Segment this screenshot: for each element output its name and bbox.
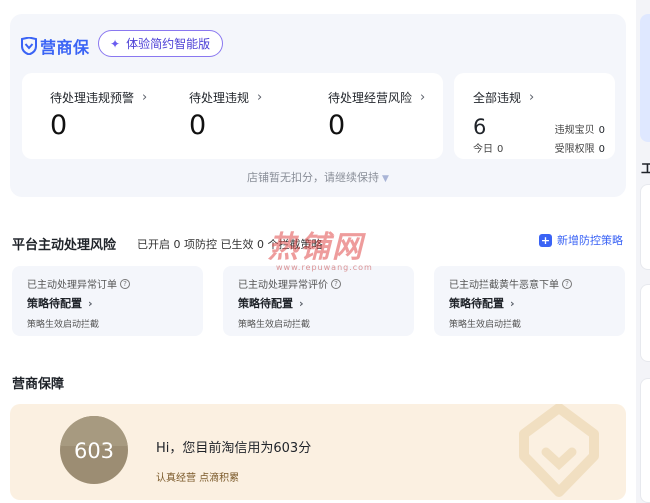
right-banner[interactable] [640, 14, 650, 142]
guarantee-section-title: 营商保障 [12, 377, 65, 392]
risk-section-title: 平台主动处理风险 [12, 238, 117, 253]
shield-icon [21, 37, 37, 55]
metric-pending-business-risks[interactable]: 待处理经营风险 › 0 [328, 89, 425, 141]
metric-pending-violations[interactable]: 待处理违规 › 0 [189, 89, 262, 141]
credit-tagline: 认真经营 点滴积累 [156, 473, 240, 484]
today-violations: 今日 0 [473, 144, 504, 155]
plus-icon: + [539, 233, 552, 247]
all-violations-value: 6 [473, 115, 487, 139]
all-violations-label: 全部违规 [473, 91, 522, 105]
credit-score-value: 603 [73, 439, 115, 463]
chevron-right-icon: › [420, 90, 426, 105]
chevron-right-icon: › [142, 90, 148, 105]
chevron-right-icon: › [529, 90, 535, 105]
right-panel-heading: 工 [641, 162, 650, 177]
credit-greeting: Hi，您目前淘信用为603分 [156, 441, 312, 456]
metric-label: 待处理违规 [189, 91, 250, 105]
chevron-right-icon: › [257, 90, 263, 105]
try-smart-version-button[interactable]: ✦ 体验简约智能版 [98, 30, 224, 57]
risk-card-scalper-orders[interactable]: 已主动拦截黄牛恶意下单? 策略待配置 › 策略生效启动拦截 [434, 266, 625, 336]
chevron-right-icon: › [88, 296, 93, 310]
shield-decoration-icon [519, 404, 599, 497]
credit-score-badge: 603 [60, 416, 128, 484]
try-button-label: 体验简约智能版 [126, 37, 211, 51]
help-icon[interactable]: ? [562, 278, 572, 289]
pending-warnings-card: 待处理违规预警 › 0 待处理违规 › 0 待处理经营风险 › 0 [22, 73, 443, 159]
brand-logo: 营商保 [21, 34, 90, 58]
metric-pending-violation-alerts[interactable]: 待处理违规预警 › 0 [50, 89, 147, 141]
help-icon[interactable]: ? [331, 278, 341, 289]
right-panel-card[interactable] [640, 184, 650, 270]
credit-score-card[interactable]: 603 Hi，您目前淘信用为603分 认真经营 点滴积累 [10, 404, 626, 500]
add-strategy-label: 新增防控策略 [557, 234, 623, 247]
watermark: 热铺网 www.repuwang.com [268, 230, 373, 272]
deduction-tip[interactable]: 店铺暂无扣分，请继续保持 ▼ [10, 169, 626, 185]
metric-label: 待处理违规预警 [50, 91, 135, 105]
all-violations-card[interactable]: 全部违规 › 6 今日 0 违规宝贝 0 受限权限 0 [454, 73, 615, 159]
metric-value: 0 [328, 110, 346, 141]
main-panel: 营商保 ✦ 体验简约智能版 待处理违规预警 › 0 待处理违规 › 0 待处理经营风… [0, 0, 636, 503]
right-panel-card[interactable] [640, 378, 650, 503]
right-panel-card[interactable] [640, 284, 650, 362]
metric-value: 0 [189, 110, 207, 141]
caret-down-icon: ▼ [382, 174, 389, 184]
overview-card: 营商保 ✦ 体验简约智能版 待处理违规预警 › 0 待处理违规 › 0 待处理经营风… [10, 14, 626, 197]
metric-value: 0 [50, 110, 68, 141]
chevron-right-icon: › [510, 296, 515, 310]
violating-items-stat[interactable]: 违规宝贝 0 [555, 121, 605, 136]
help-icon[interactable]: ? [120, 278, 130, 289]
add-strategy-button[interactable]: + 新增防控策略 [539, 232, 623, 248]
brand-name: 营商保 [40, 38, 90, 57]
sparkle-icon: ✦ [110, 36, 121, 51]
restricted-permissions-stat[interactable]: 受限权限 0 [555, 140, 605, 155]
metric-label: 待处理经营风险 [328, 91, 413, 105]
chevron-right-icon: › [299, 296, 304, 310]
risk-card-abnormal-orders[interactable]: 已主动处理异常订单? 策略待配置 › 策略生效启动拦截 [12, 266, 203, 336]
